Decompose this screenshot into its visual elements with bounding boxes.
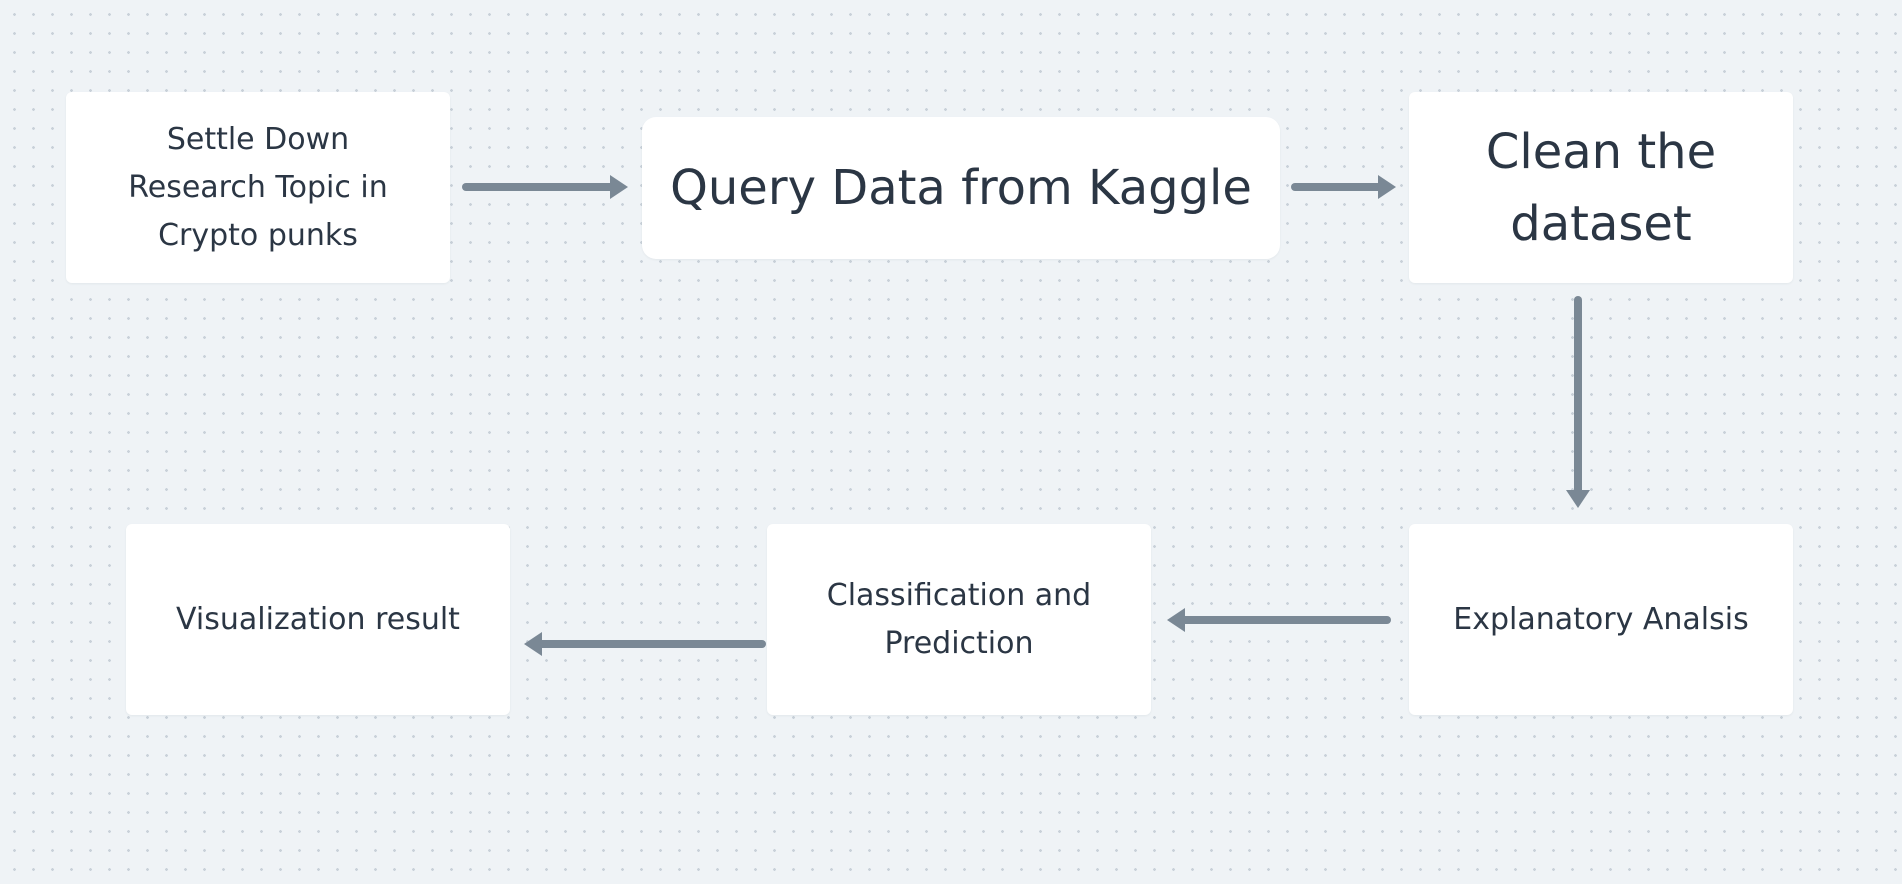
edge-clean-to-explore [1566, 296, 1590, 508]
edge-explore-to-classify [1167, 608, 1391, 632]
edge-query-to-clean [1291, 175, 1396, 199]
edge-settle-to-query [462, 175, 628, 199]
node-label: Visualization result [176, 601, 460, 637]
flowchart-canvas: Settle Down Research Topic in Crypto pun… [0, 0, 1902, 884]
node-label: Clean the dataset [1485, 123, 1717, 252]
node-label: Query Data from Kaggle [670, 160, 1252, 216]
node-query-data-from-kaggle[interactable]: Query Data from Kaggle [642, 117, 1280, 259]
node-visualization-result[interactable]: Visualization result [126, 524, 510, 715]
node-settle-down-research-topic[interactable]: Settle Down Research Topic in Crypto pun… [66, 92, 450, 283]
node-clean-the-dataset[interactable]: Clean the dataset [1409, 92, 1793, 283]
node-explanatory-analysis[interactable]: Explanatory Analsis [1409, 524, 1793, 715]
edge-classify-to-visualize [524, 632, 766, 656]
node-classification-and-prediction[interactable]: Classification and Prediction [767, 524, 1151, 715]
node-label: Classification and Prediction [826, 577, 1092, 661]
node-label: Settle Down Research Topic in Crypto pun… [128, 121, 388, 253]
node-label: Explanatory Analsis [1453, 601, 1749, 637]
